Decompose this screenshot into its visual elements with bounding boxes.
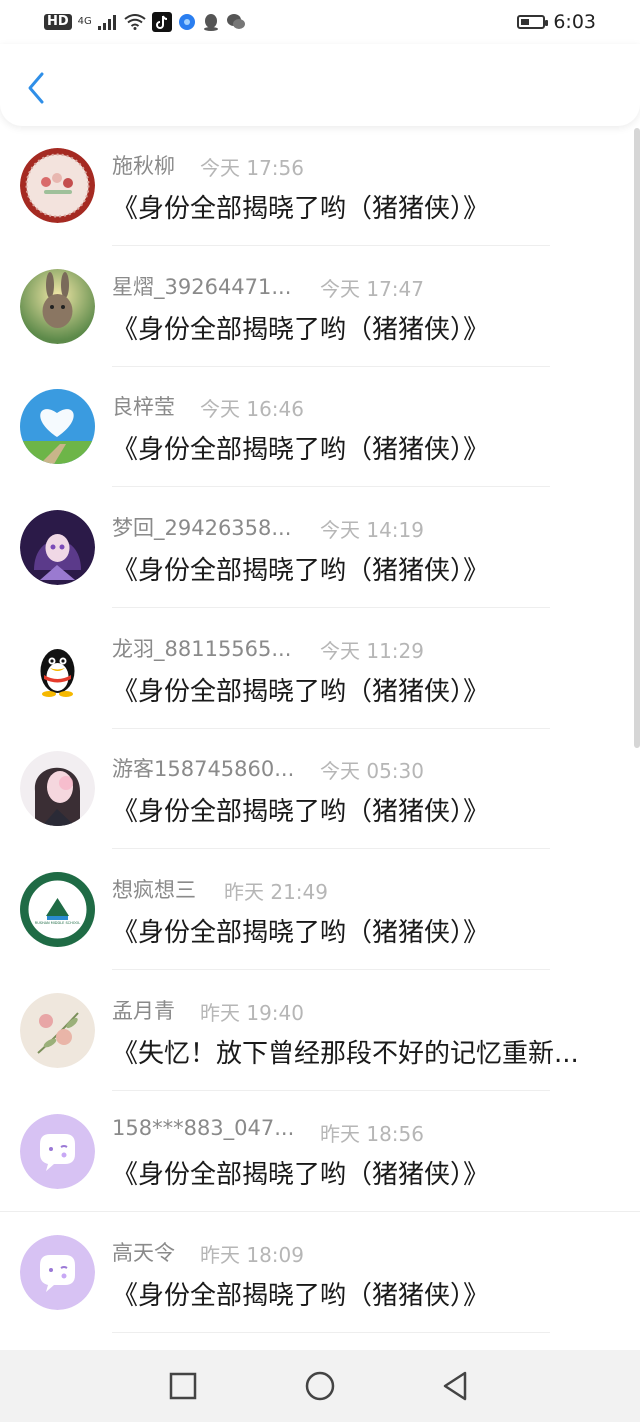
sender-name: 良梓莹 xyxy=(112,395,175,419)
status-bar: HD 4G 6:03 xyxy=(0,0,640,44)
battery-icon xyxy=(517,15,549,29)
recents-button[interactable] xyxy=(165,1368,201,1404)
emblem-text: RUSHAN MIDDLE SCHOOL xyxy=(35,921,80,925)
browser-icon xyxy=(178,14,195,30)
home-button[interactable] xyxy=(302,1368,338,1404)
network-type: 4G xyxy=(77,16,92,27)
list-item[interactable]: 158***883_047... 昨天 18:56 《身份全部揭晓了哟（猪猪侠）… xyxy=(0,1092,640,1212)
message-preview: 《身份全部揭晓了哟（猪猪侠）》 xyxy=(112,1281,490,1311)
status-icons-right: 6:03 xyxy=(517,10,596,34)
timestamp: 昨天 19:40 xyxy=(200,1001,304,1025)
timestamp: 今天 11:29 xyxy=(320,639,424,663)
divider xyxy=(112,1090,550,1091)
avatar[interactable] xyxy=(20,1114,95,1189)
list-item[interactable]: 孟月青 昨天 19:40 《失忆！放下曾经那段不好的记忆重新... xyxy=(0,971,640,1091)
divider xyxy=(112,486,550,487)
avatar[interactable] xyxy=(20,148,95,223)
message-preview: 《身份全部揭晓了哟（猪猪侠）》 xyxy=(112,556,490,586)
timestamp: 今天 14:19 xyxy=(320,518,424,542)
timestamp: 今天 05:30 xyxy=(320,759,424,783)
list-item[interactable]: 梦回_29426358... 今天 14:19 《身份全部揭晓了哟（猪猪侠）》 xyxy=(0,488,640,608)
sender-name: 梦回_29426358... xyxy=(112,516,292,540)
hd-indicator: HD xyxy=(44,14,72,30)
avatar[interactable] xyxy=(20,631,95,706)
list-item[interactable]: 施秋柳 今天 17:56 《身份全部揭晓了哟（猪猪侠）》 xyxy=(0,126,640,246)
divider xyxy=(112,848,550,849)
clock: 6:03 xyxy=(553,11,596,33)
divider xyxy=(112,607,550,608)
message-preview: 《身份全部揭晓了哟（猪猪侠）》 xyxy=(112,1160,490,1190)
message-list[interactable]: 施秋柳 今天 17:56 《身份全部揭晓了哟（猪猪侠）》 星熠_39264471… xyxy=(0,126,640,1350)
triangle-back-icon xyxy=(443,1371,467,1401)
avatar[interactable]: RUSHAN MIDDLE SCHOOL xyxy=(20,872,95,947)
sender-name: 高天令 xyxy=(112,1241,175,1265)
app-header xyxy=(0,44,640,126)
signal-icon xyxy=(97,15,116,30)
scrollbar[interactable] xyxy=(634,128,640,748)
sender-name: 想疯想三 xyxy=(112,878,196,902)
timestamp: 今天 17:56 xyxy=(200,156,304,180)
list-item[interactable]: RUSHAN MIDDLE SCHOOL 想疯想三 昨天 21:49 《身份全部… xyxy=(0,850,640,970)
circle-icon xyxy=(305,1371,335,1401)
avatar[interactable] xyxy=(20,751,95,826)
message-preview: 《身份全部揭晓了哟（猪猪侠）》 xyxy=(112,918,490,948)
sender-name: 龙羽_88115565... xyxy=(112,637,292,661)
timestamp: 今天 17:47 xyxy=(320,277,424,301)
message-preview: 《身份全部揭晓了哟（猪猪侠）》 xyxy=(112,797,490,827)
sender-name: 星熠_39264471... xyxy=(112,275,292,299)
back-button[interactable] xyxy=(18,68,54,108)
timestamp: 昨天 21:49 xyxy=(224,880,328,904)
wifi-icon xyxy=(124,14,146,30)
divider xyxy=(112,969,550,970)
qq-icon xyxy=(203,14,218,31)
back-nav-button[interactable] xyxy=(437,1368,473,1404)
message-preview: 《失忆！放下曾经那段不好的记忆重新... xyxy=(112,1039,579,1069)
list-item[interactable]: 星熠_39264471... 今天 17:47 《身份全部揭晓了哟（猪猪侠）》 xyxy=(0,247,640,367)
avatar[interactable] xyxy=(20,993,95,1068)
avatar[interactable] xyxy=(20,510,95,585)
list-item[interactable]: 龙羽_88115565... 今天 11:29 《身份全部揭晓了哟（猪猪侠）》 xyxy=(0,609,640,729)
message-preview: 《身份全部揭晓了哟（猪猪侠）》 xyxy=(112,315,490,345)
message-preview: 《身份全部揭晓了哟（猪猪侠）》 xyxy=(112,677,490,707)
list-item[interactable]: 高天令 昨天 18:09 《身份全部揭晓了哟（猪猪侠）》 xyxy=(0,1213,640,1333)
list-item[interactable]: 良梓莹 今天 16:46 《身份全部揭晓了哟（猪猪侠）》 xyxy=(0,367,640,487)
sender-name: 158***883_047... xyxy=(112,1116,295,1140)
avatar[interactable] xyxy=(20,1235,95,1310)
tiktok-icon xyxy=(151,12,172,32)
timestamp: 今天 16:46 xyxy=(200,397,304,421)
square-icon xyxy=(169,1372,197,1400)
chevron-left-icon xyxy=(28,72,44,104)
divider xyxy=(112,245,550,246)
status-icons-left: HD 4G xyxy=(44,10,246,34)
divider xyxy=(0,1211,640,1212)
avatar[interactable] xyxy=(20,389,95,464)
sender-name: 孟月青 xyxy=(112,999,175,1023)
list-item[interactable]: 游客158745860... 今天 05:30 《身份全部揭晓了哟（猪猪侠）》 xyxy=(0,729,640,849)
avatar[interactable] xyxy=(20,269,95,344)
sender-name: 游客158745860... xyxy=(112,757,295,781)
sender-name: 施秋柳 xyxy=(112,154,175,178)
message-preview: 《身份全部揭晓了哟（猪猪侠）》 xyxy=(112,194,490,224)
message-preview: 《身份全部揭晓了哟（猪猪侠）》 xyxy=(112,435,490,465)
timestamp: 昨天 18:09 xyxy=(200,1243,304,1267)
divider xyxy=(112,1332,550,1333)
timestamp: 昨天 18:56 xyxy=(320,1122,424,1146)
wechat-icon xyxy=(226,14,245,29)
system-nav-bar xyxy=(0,1350,640,1422)
